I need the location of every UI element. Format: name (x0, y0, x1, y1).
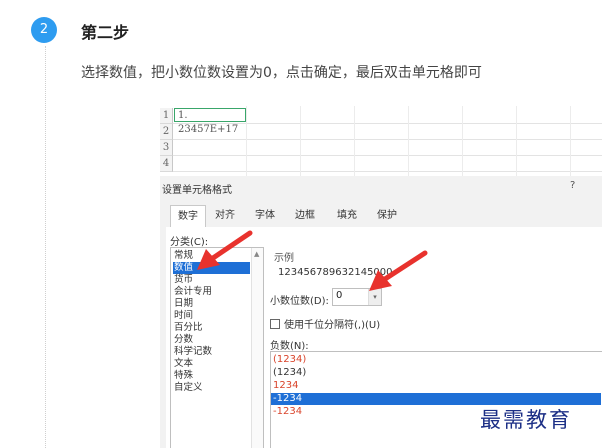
arrow-to-numeric-category (197, 230, 253, 270)
arrow-to-decimal-places (369, 250, 428, 291)
annotation-arrows (197, 230, 428, 291)
watermark-logo: 最需教育 (480, 408, 572, 432)
